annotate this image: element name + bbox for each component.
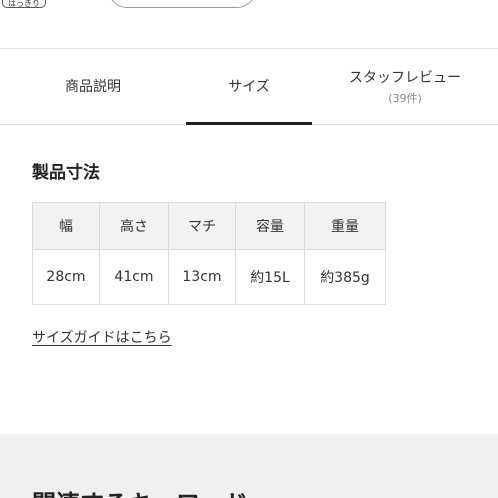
tab-product-description[interactable]: 商品説明 [0, 48, 186, 124]
review-count: (39件) [388, 91, 422, 105]
product-page: はっきり 商品説明 サイズ スタッフレビュー (39件) 製品寸法 幅 高さ マ… [0, 0, 498, 498]
column-header: 容量 [235, 202, 305, 250]
table-cell: 約385g [304, 249, 386, 305]
tab-label: 商品説明 [65, 79, 121, 95]
badge: はっきり [2, 0, 46, 8]
section-title: 製品寸法 [32, 163, 100, 183]
size-guide-link[interactable]: サイズガイドはこちら [32, 327, 172, 347]
column-header: マチ [168, 202, 236, 250]
table-cell: 41cm [99, 249, 169, 305]
table-cell: 13cm [168, 249, 236, 305]
tab-size[interactable]: サイズ [186, 48, 312, 125]
table-header-row: 幅 高さ マチ 容量 重量 [32, 202, 386, 250]
tab-bar: 商品説明 サイズ スタッフレビュー (39件) [0, 48, 498, 125]
dimensions-table: 幅 高さ マチ 容量 重量 28cm 41cm 13cm 約15L 約385g [32, 202, 386, 305]
rounded-button[interactable] [108, 0, 256, 8]
column-header: 幅 [32, 202, 100, 250]
column-header: 高さ [99, 202, 169, 250]
table-cell: 28cm [32, 249, 100, 305]
tab-staff-review[interactable]: スタッフレビュー (39件) [312, 48, 498, 124]
table-row: 28cm 41cm 13cm 約15L 約385g [32, 249, 386, 305]
table-cell: 約15L [235, 249, 305, 305]
badge-text: はっきり [8, 0, 40, 8]
related-keywords-title: 関連するキーワード [32, 484, 248, 498]
tab-label: スタッフレビュー [349, 69, 461, 86]
tab-label: サイズ [228, 79, 270, 95]
top-strip: はっきり [0, 0, 498, 49]
column-header: 重量 [304, 202, 386, 250]
